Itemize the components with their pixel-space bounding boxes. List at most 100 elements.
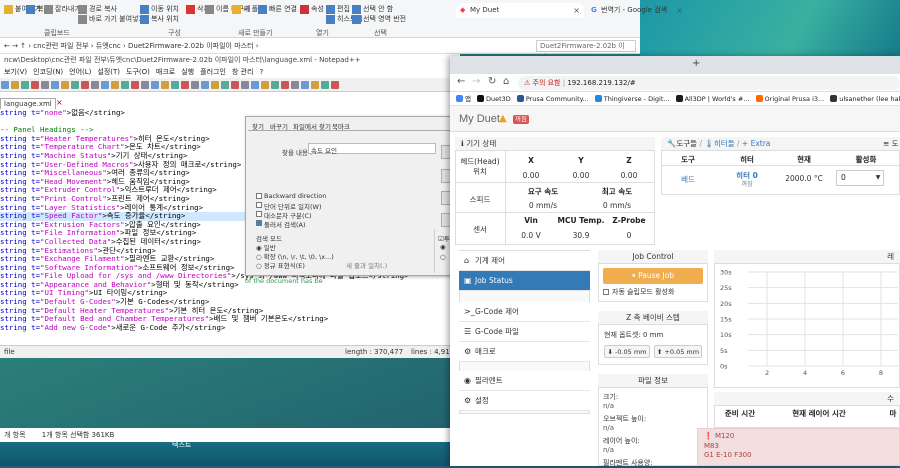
ribbon-item[interactable]: 경로 복사 <box>78 4 117 14</box>
toolbar-button-icon[interactable] <box>271 81 279 89</box>
nav-item[interactable]: ◉ 필라멘트 <box>459 371 590 391</box>
toolbar-button-icon[interactable] <box>281 81 289 89</box>
nav-item[interactable]: ▣ Job Status <box>459 271 590 291</box>
toolbar-button-icon[interactable] <box>71 81 79 89</box>
bookmark-item[interactable]: Prusa Community... <box>516 95 589 103</box>
ribbon-item[interactable]: 이동 위치 <box>140 4 179 14</box>
toolbar-button-icon[interactable] <box>251 81 259 89</box>
bed-tool-link[interactable]: 베드 <box>665 174 711 185</box>
browser-tab-active[interactable]: ◆ My Duet × <box>456 3 584 18</box>
toolbar-button-icon[interactable] <box>21 81 29 89</box>
back-icon[interactable]: ← <box>457 76 465 87</box>
heaters-link[interactable]: 🌡히터들 <box>704 139 734 148</box>
menu-item[interactable]: 창 관리 <box>232 68 254 76</box>
babystep-minus-button[interactable]: ⬇ -0.05 mm <box>604 345 650 358</box>
bookmark-item[interactable]: ulsanether (lee hak... <box>830 95 900 103</box>
url-bar[interactable]: ⚠ 주의 요함 | 192.168.219.132/# <box>518 76 900 90</box>
nav-item[interactable]: >_ G-Code 제어 <box>459 302 590 322</box>
babystep-plus-button[interactable]: ⬆ +0.05 mm <box>654 345 702 358</box>
menu-item[interactable]: 보기(V) <box>4 68 27 76</box>
reload-icon[interactable]: ↻ <box>488 76 496 87</box>
toolbar-button-icon[interactable] <box>231 81 239 89</box>
toolbar-button-icon[interactable] <box>131 81 139 89</box>
toolbar-button-icon[interactable] <box>181 81 189 89</box>
close-tab-icon[interactable]: × <box>573 3 580 18</box>
toolbar-button-icon[interactable] <box>261 81 269 89</box>
pause-job-button[interactable]: ⏸ Pause Job <box>603 268 703 284</box>
bookmark-item[interactable]: All3DP | World's #... <box>675 95 750 103</box>
toolbar-button-icon[interactable] <box>151 81 159 89</box>
find-input[interactable]: 속도 요인 <box>308 143 436 155</box>
match-case-checkbox[interactable] <box>256 211 262 217</box>
toolbar-button-icon[interactable] <box>171 81 179 89</box>
nav-item[interactable]: ☰ G-Code 파일 <box>459 322 590 342</box>
caret-down-icon[interactable]: ▼ <box>872 171 884 185</box>
ribbon-item[interactable]: 선택 영역 반전 <box>352 14 406 24</box>
toolbar-button-icon[interactable] <box>241 81 249 89</box>
toolbar-button-icon[interactable] <box>101 81 109 89</box>
toolbar-button-icon[interactable] <box>111 81 119 89</box>
toolbar-button-icon[interactable] <box>31 81 39 89</box>
ribbon-item[interactable]: 바로 가기 붙여넣기 <box>78 14 145 24</box>
ribbon-item[interactable]: 속성 <box>300 4 324 14</box>
bookmark-item[interactable]: Original Prusa i3... <box>755 95 824 103</box>
toolbar-button-icon[interactable] <box>321 81 329 89</box>
bookmark-item[interactable]: Thingiverse - Digit... <box>594 95 670 103</box>
toolbar-button-icon[interactable] <box>141 81 149 89</box>
menu-item[interactable]: 실행 <box>181 68 194 76</box>
toolbar-button-icon[interactable] <box>201 81 209 89</box>
menu-item[interactable]: 언어(L) <box>69 68 91 76</box>
transparency-radio-1[interactable]: ◉ <box>440 243 446 251</box>
forward-icon[interactable]: → <box>472 76 480 87</box>
bookmark-item[interactable]: Duet3D <box>476 95 511 103</box>
toolbar-button-icon[interactable] <box>191 81 199 89</box>
toolbar-button-icon[interactable] <box>91 81 99 89</box>
toolbar-button-icon[interactable] <box>311 81 319 89</box>
nav-arrows[interactable]: ← → ↑ › <box>4 42 33 50</box>
notepad-file-tab[interactable]: language.xml <box>0 98 56 109</box>
not-secure-icon[interactable]: ⚠ <box>524 79 533 87</box>
extra-link[interactable]: + Extra <box>742 139 770 148</box>
toolbar-button-icon[interactable] <box>301 81 309 89</box>
toolbar-button-icon[interactable] <box>121 81 129 89</box>
bookmark-item[interactable]: 앱 <box>456 95 471 103</box>
toolbar-button-icon[interactable] <box>51 81 59 89</box>
menu-item[interactable]: 설정(T) <box>97 68 120 76</box>
toolbar-button-icon[interactable] <box>211 81 219 89</box>
whole-word-checkbox[interactable] <box>256 202 262 208</box>
ribbon-item[interactable]: 선택 안 함 <box>352 4 393 14</box>
ribbon-item[interactable]: 빠른 연결 <box>258 4 297 14</box>
browser-tab-google[interactable]: G 번역기 - Google 검색 × <box>587 3 687 18</box>
toolbar-button-icon[interactable] <box>41 81 49 89</box>
menu-item[interactable]: 인코딩(N) <box>33 68 63 76</box>
autosleep-checkbox[interactable] <box>603 289 609 295</box>
menu-icon[interactable]: ≡ 도 <box>883 137 899 150</box>
close-tab-icon[interactable]: × <box>56 98 64 109</box>
wrap-around-checkbox[interactable] <box>256 220 262 226</box>
menu-item[interactable]: 도구(O) <box>126 68 150 76</box>
toolbar-button-icon[interactable] <box>61 81 69 89</box>
toolbar-button-icon[interactable] <box>11 81 19 89</box>
ribbon-item[interactable]: 편집 <box>326 4 350 14</box>
transparency-radio-2[interactable]: ○ <box>440 253 446 261</box>
backward-checkbox[interactable] <box>256 193 262 199</box>
nav-item[interactable]: ⌂ 기계 제어 <box>459 251 590 271</box>
toolbar-button-icon[interactable] <box>81 81 89 89</box>
ribbon-item[interactable]: 잘라내기 <box>44 4 81 14</box>
desktop-icon-label[interactable]: 텍스트 <box>172 440 191 450</box>
mode-regex[interactable]: ○ 정규 표현식(E) <box>256 260 305 270</box>
toolbar-button-icon[interactable] <box>291 81 299 89</box>
home-icon[interactable]: ⌂ <box>503 76 509 87</box>
explorer-search-input[interactable]: Duet2Firmware-2.02b 이파... <box>536 40 636 61</box>
nav-item[interactable]: ⚙ 설정 <box>459 391 590 411</box>
menu-item[interactable]: 플러그인 <box>200 68 226 76</box>
menu-item[interactable]: ? <box>259 68 263 76</box>
toolbar-button-icon[interactable] <box>221 81 229 89</box>
close-tab-icon[interactable]: × <box>676 3 683 18</box>
nav-item[interactable]: ⚙ 매크로 <box>459 342 590 362</box>
new-tab-button[interactable]: + <box>692 58 700 69</box>
ribbon-item[interactable]: 복사 위치 <box>140 14 179 24</box>
toolbar-button-icon[interactable] <box>331 81 339 89</box>
toolbar-button-icon[interactable] <box>161 81 169 89</box>
tools-title[interactable]: 도구들 <box>676 139 697 148</box>
